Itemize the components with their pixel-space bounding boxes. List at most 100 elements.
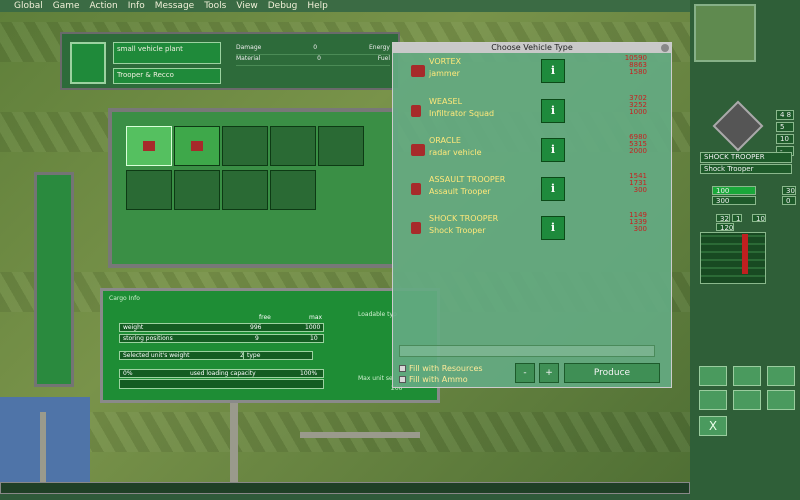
shock-trooper-icon xyxy=(411,222,421,234)
production-slot[interactable] xyxy=(174,170,220,210)
vehicle-cost: 1149 1339 300 xyxy=(629,211,647,233)
cargo-capacity-bar xyxy=(119,379,324,389)
building-name: small vehicle plant xyxy=(113,42,221,64)
cargo-type: type xyxy=(243,351,313,360)
fill-ammo-checkbox[interactable]: Fill with Ammo xyxy=(399,375,468,384)
health-bar: 100 xyxy=(712,186,756,195)
cargo-unit-weight: Selected unit's weight 2 xyxy=(119,351,249,360)
cargo-title: Cargo Info xyxy=(109,295,140,302)
ammo-2: 1 xyxy=(732,214,742,223)
production-grid xyxy=(108,108,398,268)
menu-action[interactable]: Action xyxy=(90,1,118,11)
production-slot[interactable] xyxy=(318,126,364,166)
checkbox-box[interactable] xyxy=(399,365,406,372)
move-action-icon[interactable] xyxy=(733,366,761,386)
menu-help[interactable]: Help xyxy=(307,1,328,11)
ammo-1: 32 xyxy=(716,214,730,223)
trooper-icon xyxy=(191,141,203,151)
vehicle-row[interactable]: WEASEL Infiltrator Squad i 3702 3252 1000 xyxy=(407,94,657,135)
ammo-4: 120 xyxy=(716,223,734,232)
vehicle-cost: 6980 5315 2000 xyxy=(629,133,647,155)
health-right: 30 xyxy=(782,186,796,195)
oracle-icon xyxy=(411,144,425,156)
building-subtitle: Trooper & Recco xyxy=(113,68,221,84)
unit-side-panel xyxy=(34,172,74,387)
info-button[interactable]: i xyxy=(541,177,565,201)
production-slot[interactable] xyxy=(270,170,316,210)
vehicle-desc: Shock Trooper xyxy=(429,226,486,235)
status-bar xyxy=(0,482,690,494)
build-action-icon[interactable] xyxy=(699,390,727,410)
checkbox-box[interactable] xyxy=(399,376,406,383)
production-slot[interactable] xyxy=(222,126,268,166)
fuel-bar: 300 xyxy=(712,196,756,205)
stat-row: Material 0 Fuel xyxy=(236,55,390,66)
vehicle-row[interactable]: SHOCK TROOPER Shock Trooper i 1149 1339 30… xyxy=(407,211,657,252)
vehicle-cost: 1541 1731 300 xyxy=(629,172,647,194)
map-road xyxy=(230,392,238,490)
stat-v1: 4 8 xyxy=(776,110,794,120)
menu-message[interactable]: Message xyxy=(155,1,194,11)
info-button[interactable]: i xyxy=(541,216,565,240)
max-unit-label: Max unit se xyxy=(358,375,393,382)
vehicle-row[interactable]: VORTEX jammer i 10590 8863 1580 xyxy=(407,54,657,95)
info-button[interactable]: i xyxy=(541,59,565,83)
production-slot[interactable] xyxy=(126,170,172,210)
attack-action-icon[interactable] xyxy=(767,366,795,386)
building-stats: Damage 0 Energy Material 0 Fuel xyxy=(236,44,390,66)
dialog-status-bar xyxy=(399,345,655,357)
stat-v2: 5 xyxy=(776,122,794,132)
cargo-panel: Cargo Info free max weight 996 1000 stor… xyxy=(100,288,440,403)
trooper-icon xyxy=(143,141,155,151)
tank-action-icon[interactable] xyxy=(699,366,727,386)
stat-row: Damage 0 Energy xyxy=(236,44,390,55)
weapon-table xyxy=(700,232,766,284)
repair-action-icon[interactable] xyxy=(733,390,761,410)
vehicle-cost: 3702 3252 1000 xyxy=(629,94,647,116)
weapon-bar xyxy=(742,234,748,274)
cancel-button[interactable]: X xyxy=(699,416,727,436)
vehicle-row[interactable]: ASSAULT TROOPER Assault Trooper i 1541 17… xyxy=(407,172,657,213)
vortex-icon xyxy=(411,65,425,77)
unit-type: Shock Trooper xyxy=(700,164,792,174)
vehicle-desc: Infiltrator Squad xyxy=(429,109,495,118)
vehicle-name: SHOCK TROOPER xyxy=(429,214,499,223)
menu-bar: Global Game Action Info Message Tools Vi… xyxy=(0,0,690,12)
menu-debug[interactable]: Debug xyxy=(268,1,298,11)
production-slot[interactable] xyxy=(174,126,220,166)
unit-action-icon[interactable] xyxy=(767,390,795,410)
close-icon[interactable] xyxy=(661,44,669,52)
fuel-right: 0 xyxy=(782,196,796,205)
menu-info[interactable]: Info xyxy=(128,1,145,11)
menu-view[interactable]: View xyxy=(236,1,257,11)
choose-vehicle-dialog: Choose Vehicle Type VORTEX jammer i 1059… xyxy=(392,42,672,388)
decrease-button[interactable]: - xyxy=(515,363,535,383)
production-slot[interactable] xyxy=(222,170,268,210)
produce-button[interactable]: Produce xyxy=(564,363,660,383)
cargo-storing-row: storing positions 9 10 xyxy=(119,334,324,343)
production-slot-selected[interactable] xyxy=(126,126,172,166)
minimap[interactable] xyxy=(694,4,756,62)
info-button[interactable]: i xyxy=(541,138,565,162)
production-slot[interactable] xyxy=(270,126,316,166)
vehicle-name: ASSAULT TROOPER xyxy=(429,175,506,184)
dialog-title: Choose Vehicle Type xyxy=(393,43,671,53)
cargo-weight-row: weight 996 1000 xyxy=(119,323,324,332)
vehicle-row[interactable]: ORACLE radar vehicle i 6980 5315 2000 xyxy=(407,133,657,174)
menu-game[interactable]: Game xyxy=(53,1,80,11)
menu-global[interactable]: Global xyxy=(14,1,43,11)
cargo-header: free max xyxy=(259,314,323,321)
info-button[interactable]: i xyxy=(541,99,565,123)
menu-tools[interactable]: Tools xyxy=(204,1,226,11)
vehicle-desc: radar vehicle xyxy=(429,148,482,157)
map-road xyxy=(40,412,46,490)
building-icon xyxy=(70,42,106,84)
increase-button[interactable]: + xyxy=(539,363,559,383)
vehicle-desc: Assault Trooper xyxy=(429,187,491,196)
cargo-capacity: 0% used loading capacity 100% xyxy=(119,369,324,378)
weasel-icon xyxy=(411,105,421,117)
ammo-3: 10 xyxy=(752,214,766,223)
fill-resources-checkbox[interactable]: Fill with Resources xyxy=(399,364,483,373)
vehicle-name: ORACLE xyxy=(429,136,461,145)
vehicle-cost: 10590 8863 1580 xyxy=(624,54,647,76)
